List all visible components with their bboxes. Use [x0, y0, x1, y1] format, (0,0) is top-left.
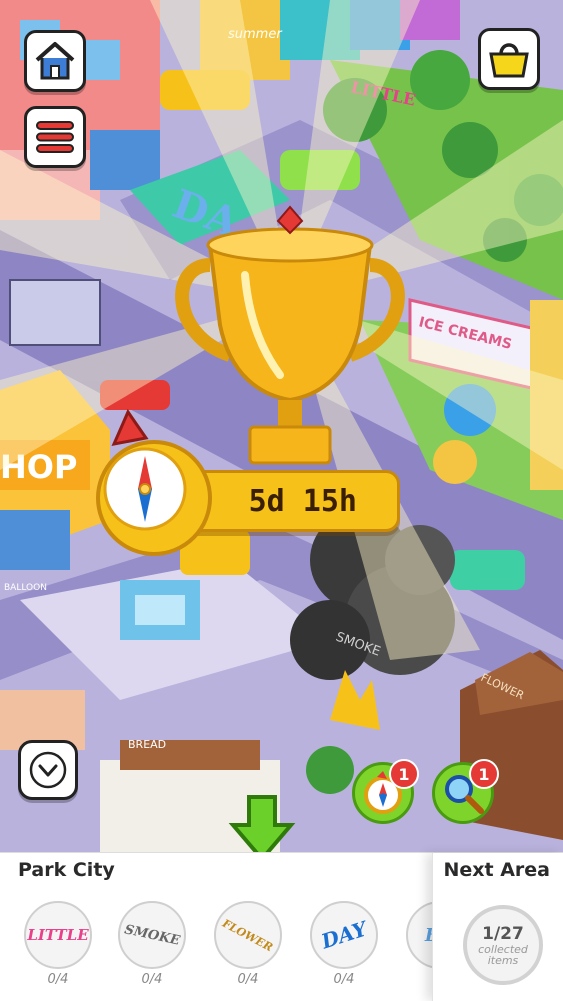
collection-badge: DAY — [310, 901, 378, 969]
collection-badge: SMOKE — [118, 901, 186, 969]
collection-item[interactable]: FLOWER 0/4 — [212, 901, 284, 987]
collection-item[interactable]: SMOKE 0/4 — [116, 901, 188, 987]
trophy-icon — [175, 205, 405, 465]
next-area-label: Next Area — [443, 859, 550, 881]
magnifier-count-badge: 1 — [469, 759, 499, 789]
compass-count-badge: 1 — [389, 759, 419, 789]
chevron-down-icon — [29, 751, 67, 789]
magnifier-hint-button[interactable]: 1 — [432, 759, 499, 824]
home-icon — [35, 42, 75, 80]
timer-text: 5d 15h — [248, 483, 357, 519]
collection-panel: Park City LITTLE 0/4 SMOKE 0/4 FLOWER 0/… — [0, 852, 563, 1001]
area-name: Park City — [18, 859, 115, 881]
collection-count: 0/4 — [47, 972, 69, 987]
menu-button[interactable] — [24, 106, 86, 168]
stopwatch-icon — [96, 440, 212, 556]
home-button[interactable] — [24, 30, 86, 92]
collected-count: 1/27 — [482, 924, 524, 944]
collection-badge: LITTLE — [24, 901, 92, 969]
compass-hint-button[interactable]: 1 — [352, 759, 419, 824]
shopping-bag-icon — [489, 43, 529, 78]
collection-badge: FLOWER — [214, 901, 282, 969]
collection-item[interactable]: LITTLE 0/4 — [22, 901, 94, 987]
collected-items-label: collected items — [478, 943, 528, 967]
hamburger-menu-icon — [36, 121, 74, 153]
shop-button[interactable] — [478, 28, 540, 90]
collection-count: 0/4 — [237, 972, 259, 987]
svg-text:BREAD: BREAD — [128, 738, 166, 751]
collection-count: 0/4 — [333, 972, 355, 987]
collapse-panel-button[interactable] — [18, 740, 78, 800]
arrow-down-icon — [228, 795, 296, 855]
stopwatch-bell-icon — [111, 408, 149, 446]
next-area-panel[interactable]: Next Area 1/27 collected items — [432, 853, 563, 1001]
svg-text:BALLOON: BALLOON — [4, 583, 47, 593]
collected-items-progress: 1/27 collected items — [463, 905, 543, 985]
collection-item[interactable]: DAY 0/4 — [308, 901, 380, 987]
collection-count: 0/4 — [141, 972, 163, 987]
